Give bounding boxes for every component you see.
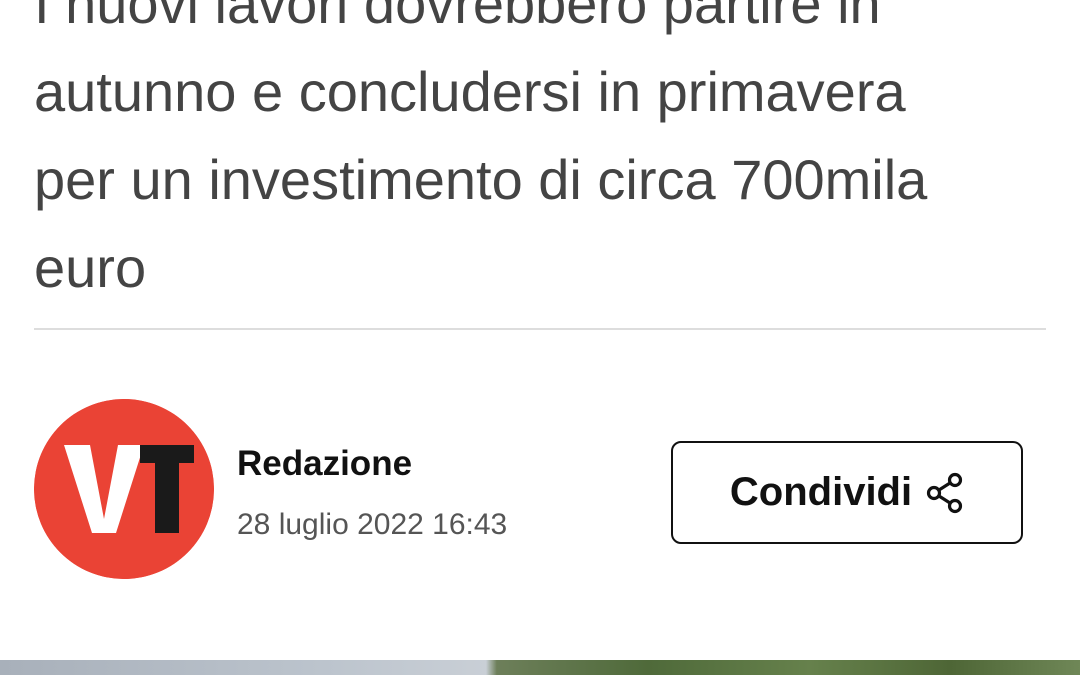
- share-button[interactable]: Condividi: [671, 441, 1023, 544]
- hero-image: [0, 657, 1080, 675]
- article-page: I nuovi lavori dovrebbero partire in aut…: [0, 0, 1080, 675]
- subtitle-line: autunno e concludersi in primavera: [34, 60, 906, 123]
- publish-date: 28 luglio 2022 16:43: [237, 508, 508, 541]
- subtitle-line: per un investimento di circa 700mila: [34, 148, 928, 211]
- author-avatar[interactable]: VT: [34, 399, 214, 579]
- article-subtitle: I nuovi lavori dovrebbero partire in aut…: [34, 0, 1034, 312]
- divider: [34, 328, 1046, 330]
- author-name[interactable]: Redazione: [237, 442, 412, 486]
- share-icon: [926, 472, 964, 514]
- subtitle-line: I nuovi lavori dovrebbero partire in: [34, 0, 881, 35]
- avatar-text: VT: [34, 399, 36, 400]
- share-button-label: Condividi: [729, 470, 913, 514]
- vt-logo-icon: VT: [34, 399, 214, 579]
- subtitle-line: euro: [34, 236, 147, 299]
